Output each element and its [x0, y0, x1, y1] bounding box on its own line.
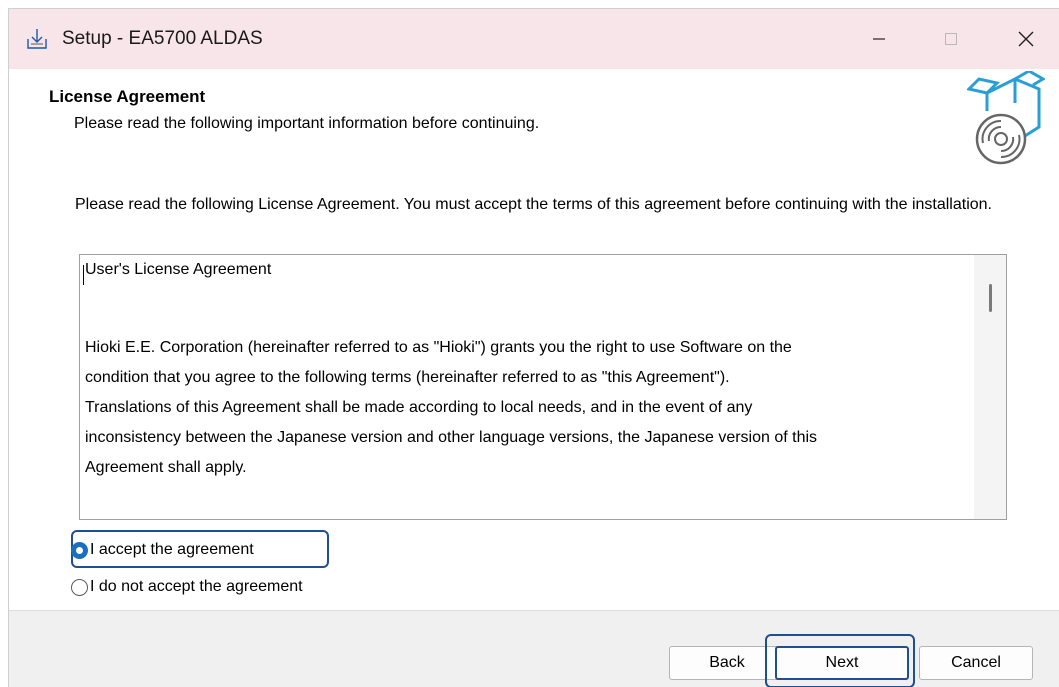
decline-label[interactable]: I do not accept the agreement — [90, 578, 303, 596]
window-title: Setup - EA5700 ALDAS — [62, 28, 263, 49]
maximize-icon — [945, 33, 957, 45]
software-box-disc-icon — [967, 71, 1045, 165]
license-line: condition that you agree to the followin… — [85, 369, 730, 386]
close-icon — [1018, 31, 1034, 47]
minimize-button[interactable] — [849, 9, 909, 69]
cancel-button[interactable]: Cancel — [919, 646, 1033, 680]
accept-label[interactable]: I accept the agreement — [90, 541, 254, 559]
button-bar: Back Next Cancel — [9, 610, 1059, 687]
maximize-button — [921, 9, 981, 69]
scroll-thumb[interactable] — [989, 284, 992, 312]
minimize-icon — [873, 38, 885, 40]
page-title: License Agreement — [49, 87, 206, 106]
license-line: Translations of this Agreement shall be … — [85, 399, 753, 416]
accept-radio[interactable]: I accept the agreement — [71, 539, 254, 561]
radio-selected-icon[interactable] — [71, 541, 88, 559]
license-heading: User's License Agreement — [85, 261, 272, 278]
license-content: User's License Agreement Hioki E.E. Corp… — [85, 255, 965, 483]
radio-unselected-icon[interactable] — [71, 578, 88, 596]
setup-window: Setup - EA5700 ALDAS License Agreement P… — [8, 8, 1059, 687]
license-line: Agreement shall apply. — [85, 459, 247, 476]
close-button[interactable] — [996, 9, 1056, 69]
instructions-text: Please read the following License Agreem… — [75, 196, 992, 213]
license-text-area[interactable]: User's License Agreement Hioki E.E. Corp… — [79, 254, 1007, 520]
text-caret — [83, 265, 84, 285]
download-install-icon — [27, 29, 47, 49]
scrollbar[interactable] — [974, 255, 1006, 519]
license-line: inconsistency between the Japanese versi… — [85, 429, 818, 446]
license-line: Hioki E.E. Corporation (hereinafter refe… — [85, 339, 792, 356]
page-subtitle: Please read the following important info… — [74, 115, 540, 132]
decline-radio[interactable]: I do not accept the agreement — [71, 576, 303, 598]
next-button[interactable]: Next — [775, 646, 909, 680]
title-bar: Setup - EA5700 ALDAS — [9, 9, 1059, 69]
